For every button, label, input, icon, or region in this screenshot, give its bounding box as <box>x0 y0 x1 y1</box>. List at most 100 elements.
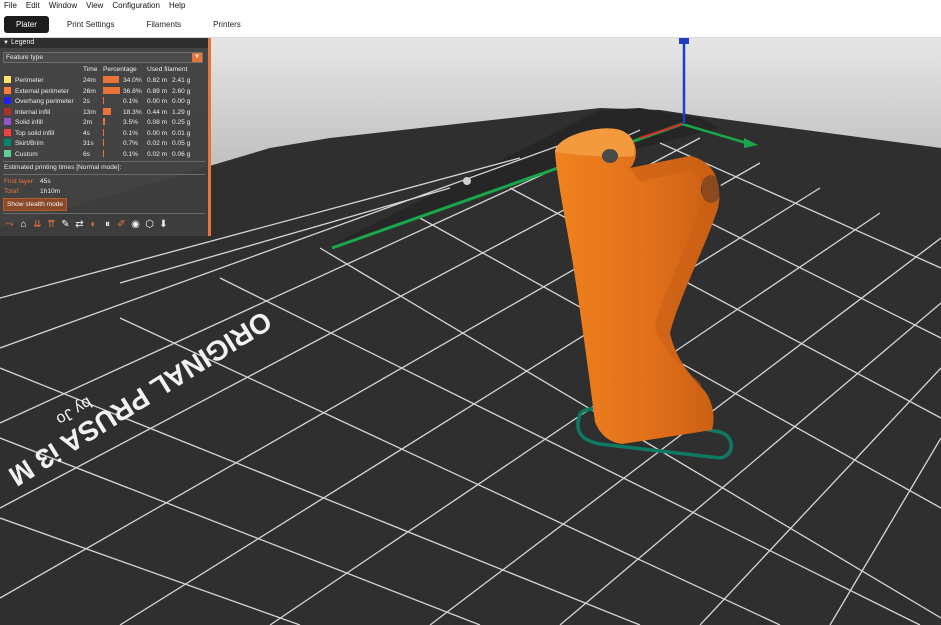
feature-length: 0.00 m <box>147 98 168 105</box>
view-type-select[interactable]: Feature type ▼ <box>3 52 203 63</box>
legend-columns: Time Percentage Used filament <box>0 66 208 74</box>
feature-name: Top solid infill <box>15 129 55 137</box>
wipe-icon[interactable]: ⌂ <box>17 218 30 231</box>
legend-separator <box>3 161 205 162</box>
collapse-triangle-icon[interactable]: ▼ <box>3 38 9 48</box>
view-type-value: Feature type <box>6 54 44 61</box>
legend-panel: ▼ Legend Feature type ▼ Time Percentage Us… <box>0 38 211 236</box>
feature-weight: 0.25 g <box>172 119 191 126</box>
legend-row[interactable]: Custom 6s 0.1% 0.02 m 0.06 g <box>0 149 208 160</box>
legend-title: Legend <box>10 39 35 46</box>
percentage-bar <box>103 86 120 94</box>
feature-percentage: 3.5% <box>123 119 139 126</box>
shells-icon[interactable]: ⬡ <box>143 218 156 231</box>
feature-name: External perimeter <box>15 87 69 95</box>
feature-weight: 0.00 g <box>172 98 191 105</box>
feature-percentage: 0.1% <box>123 98 139 105</box>
feature-length: 0.08 m <box>147 119 168 126</box>
legend-row[interactable]: Top solid infill 4s 0.1% 0.00 m 0.01 g <box>0 128 208 139</box>
col-used-filament: Used filament <box>147 66 188 73</box>
color-swatch <box>4 128 11 136</box>
color-changes-icon[interactable]: ◐ <box>87 218 100 231</box>
feature-time: 13m <box>83 108 96 116</box>
legend-row[interactable]: Skirt/Brim 31s 0.7% 0.02 m 0.05 g <box>0 139 208 149</box>
feature-time: 2m <box>83 119 93 126</box>
tool-changes-icon[interactable]: ⇄ <box>73 218 86 231</box>
bed-hole <box>463 177 471 185</box>
feature-name: Custom <box>15 150 38 158</box>
legend-row[interactable]: Perimeter 24m 34.0% 0.82 m 2.41 g <box>0 76 208 86</box>
legend-row[interactable]: Solid infill 2m 3.5% 0.08 m 0.25 g <box>0 118 208 128</box>
feature-name: Skirt/Brim <box>15 140 44 147</box>
menu-help[interactable]: Help <box>165 0 190 12</box>
custom-gcodes-icon[interactable]: ✐ <box>115 218 128 231</box>
feature-weight: 0.05 g <box>172 140 191 147</box>
part-hole-left <box>602 149 618 163</box>
feature-name: Overhang perimeter <box>15 98 74 105</box>
color-swatch <box>4 86 11 94</box>
menu-window[interactable]: Window <box>45 0 82 12</box>
menu-configuration[interactable]: Configuration <box>108 0 165 12</box>
feature-length: 0.89 m <box>147 87 168 95</box>
feature-length: 0.02 m <box>147 150 168 158</box>
feature-name: Solid infill <box>15 119 43 126</box>
tab-printers[interactable]: Printers <box>199 16 255 33</box>
color-swatch <box>4 118 11 125</box>
feature-percentage: 0.7% <box>123 140 139 147</box>
legend-header[interactable]: ▼ Legend <box>0 38 208 48</box>
menu-edit[interactable]: Edit <box>22 0 45 12</box>
z-axis-arrow <box>679 38 689 44</box>
legend-row[interactable]: Internal infill 13m 18.3% 0.44 m 1.29 g <box>0 107 208 118</box>
legend-row[interactable]: Overhang perimeter 2s 0.1% 0.00 m 0.00 g <box>0 97 208 107</box>
feature-percentage: 18.3% <box>123 108 142 116</box>
feature-time: 31s <box>83 140 94 147</box>
percentage-bar <box>103 149 104 157</box>
tool-marker-icon[interactable]: ⬇ <box>157 218 170 231</box>
pause-prints-icon[interactable]: ⏸ <box>101 218 114 231</box>
color-swatch <box>4 76 11 83</box>
color-swatch <box>4 97 11 104</box>
travel-icon[interactable]: ⤳ <box>3 218 16 231</box>
feature-length: 0.44 m <box>147 108 168 116</box>
feature-weight: 0.06 g <box>172 150 191 158</box>
feature-percentage: 36.8% <box>123 87 142 95</box>
menu-view[interactable]: View <box>82 0 108 12</box>
feature-length: 0.82 m <box>147 77 168 84</box>
feature-percentage: 0.1% <box>123 129 139 137</box>
legend-separator <box>3 213 205 214</box>
tab-filaments[interactable]: Filaments <box>132 16 195 33</box>
seams-icon[interactable]: ✎ <box>59 218 72 231</box>
color-swatch <box>4 107 11 115</box>
feature-percentage: 0.1% <box>123 150 139 158</box>
tab-plater[interactable]: Plater <box>4 16 49 33</box>
feature-name: Internal infill <box>15 108 51 116</box>
feature-weight: 2.60 g <box>172 87 191 95</box>
feature-time: 26m <box>83 87 96 95</box>
feature-time: 6s <box>83 150 90 158</box>
feature-percentage: 34.0% <box>123 77 142 84</box>
chevron-down-icon[interactable]: ▼ <box>192 53 202 62</box>
percentage-bar <box>103 76 119 83</box>
center-of-gravity-icon[interactable]: ◉ <box>129 218 142 231</box>
menu-file[interactable]: File <box>0 0 22 12</box>
tab-bar: Plater Print Settings Filaments Printers <box>0 12 941 38</box>
feature-time: 4s <box>83 129 90 137</box>
total-value: 1h10m <box>40 188 61 195</box>
total-label: Total: <box>4 188 20 195</box>
percentage-bar <box>103 118 105 125</box>
retractions-icon[interactable]: ⇊ <box>31 218 44 231</box>
color-swatch <box>4 139 11 146</box>
legend-row[interactable]: External perimeter 26m 36.8% 0.89 m 2.60 g <box>0 86 208 97</box>
menu-bar: File Edit Window View Configuration Help <box>0 0 941 12</box>
feature-weight: 0.01 g <box>172 129 191 137</box>
percentage-bar <box>103 128 104 136</box>
estimated-times-title: Estimated printing times [Normal mode]: <box>4 164 122 171</box>
col-percentage: Percentage <box>103 66 137 73</box>
feature-weight: 1.29 g <box>172 108 191 116</box>
tab-print-settings[interactable]: Print Settings <box>53 16 129 33</box>
legend-toolbar: ⤳ ⌂ ⇊ ⇈ ✎ ⇄ ◐ ⏸ ✐ ◉ ⬡ ⬇ <box>3 218 171 232</box>
deretractions-icon[interactable]: ⇈ <box>45 218 58 231</box>
percentage-bar <box>103 107 112 115</box>
feature-name: Perimeter <box>15 77 44 84</box>
show-stealth-mode-button[interactable]: Show stealth mode <box>3 198 68 211</box>
